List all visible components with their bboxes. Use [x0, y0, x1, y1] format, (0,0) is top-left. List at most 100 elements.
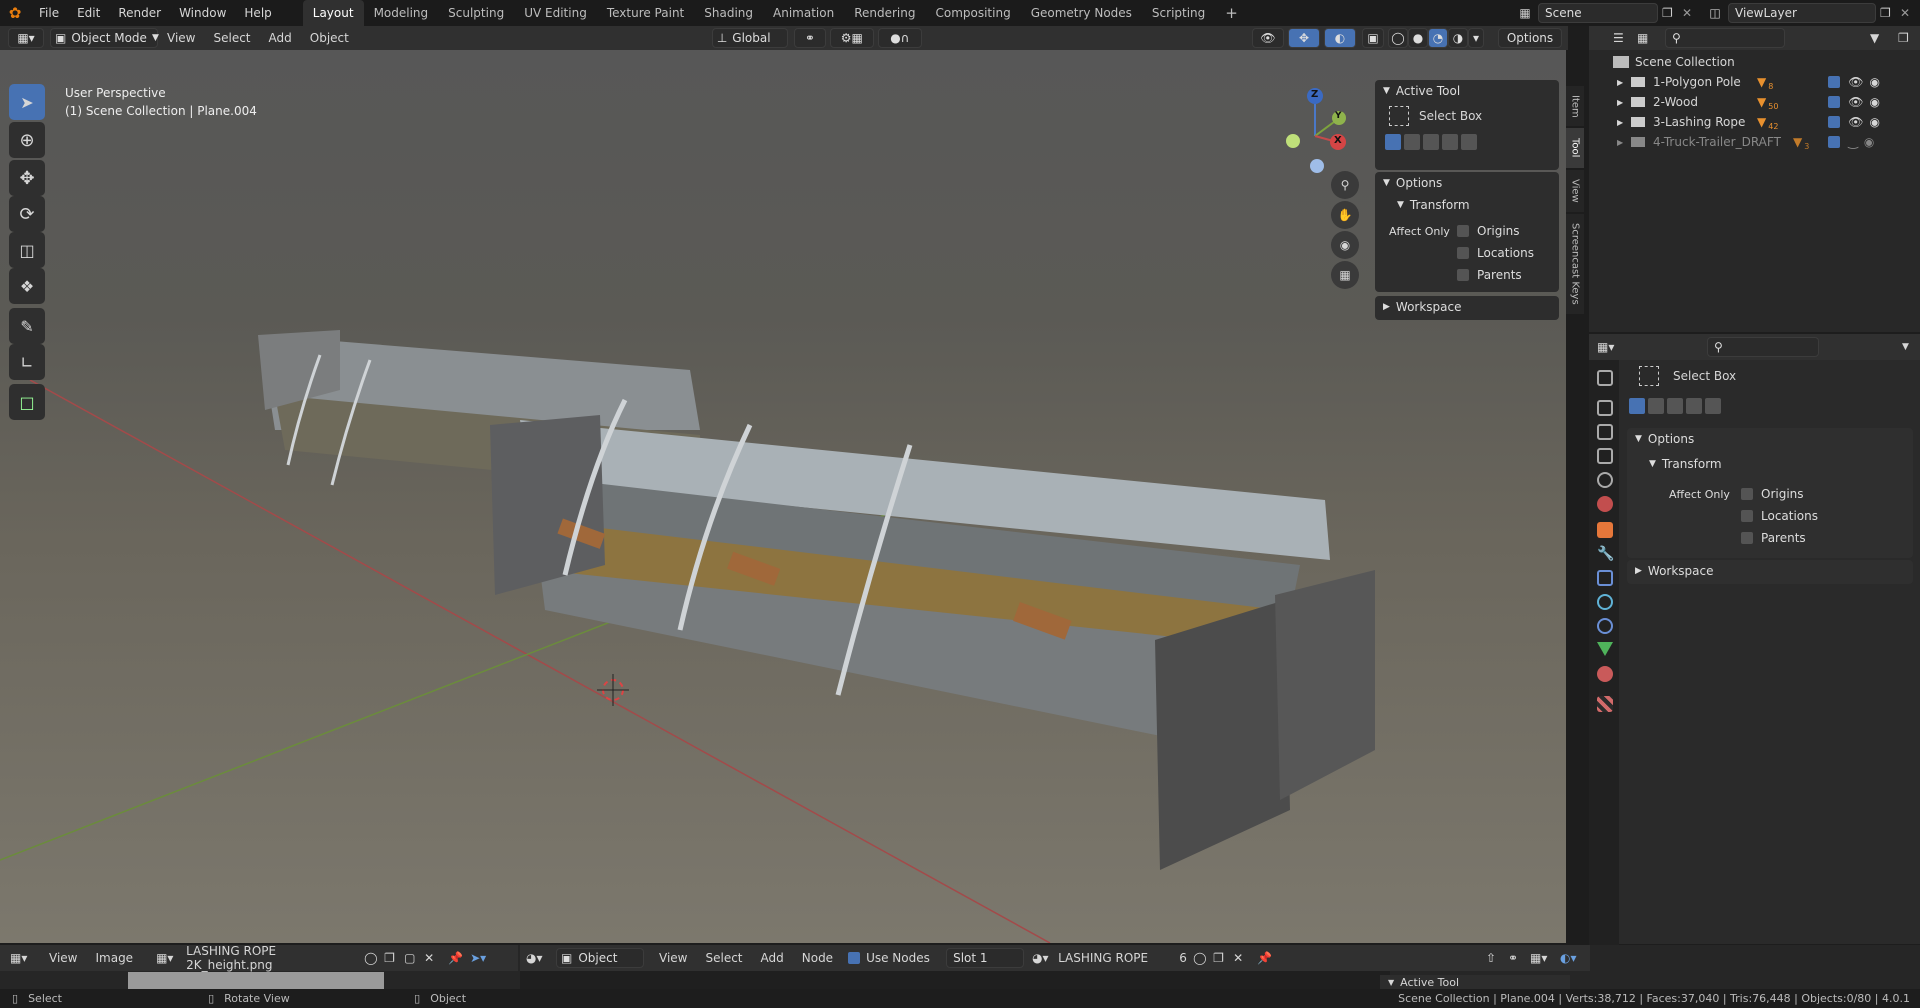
tab-texture-paint[interactable]: Texture Paint [597, 0, 694, 26]
fake-user-icon[interactable]: ◯ [1193, 951, 1213, 965]
menu-help[interactable]: Help [235, 0, 280, 26]
gizmo-toggle-button[interactable]: ✥ [1288, 28, 1320, 48]
tab-compositing[interactable]: Compositing [925, 0, 1020, 26]
chevron-down-icon[interactable]: ▼ [1902, 342, 1920, 352]
tab-animation[interactable]: Animation [763, 0, 844, 26]
camera-icon[interactable]: ◉ [1869, 75, 1879, 89]
mode-selector[interactable]: ▣ Object Mode ▼ [50, 28, 159, 48]
data-tab-icon[interactable] [1597, 642, 1613, 656]
image-editor-type-icon[interactable]: ▦▾ [10, 951, 40, 965]
npanel-tab-tool[interactable]: Tool [1566, 128, 1584, 168]
tab-uv-editing[interactable]: UV Editing [514, 0, 597, 26]
shading-material-button[interactable]: ◔ [1428, 28, 1448, 48]
tool-rotate[interactable]: ⟳ [9, 196, 45, 232]
tab-sculpting[interactable]: Sculpting [438, 0, 514, 26]
viewport-menu-select[interactable]: Select [204, 25, 259, 51]
duplicate-image-icon[interactable]: ❐ [384, 951, 404, 965]
output-tab-icon[interactable] [1597, 424, 1613, 440]
material-name-field[interactable]: LASHING ROPE [1058, 951, 1173, 965]
tool-scale[interactable]: ◫ [9, 232, 45, 268]
shading-rendered-button[interactable]: ◑ [1448, 28, 1468, 48]
material-tab-icon[interactable] [1597, 666, 1613, 682]
display-mode-icon[interactable]: ▦ [1637, 31, 1665, 45]
properties-options-title[interactable]: Options [1648, 432, 1694, 446]
chevron-right-icon[interactable]: ▶ [1617, 118, 1631, 127]
npanel-tab-item[interactable]: Item [1566, 86, 1584, 126]
node-canvas[interactable] [520, 971, 1390, 989]
tool-measure[interactable]: ∟ [9, 344, 45, 380]
overlay-icon[interactable]: ◐▾ [1560, 951, 1590, 965]
node-menu-node[interactable]: Node [793, 945, 842, 971]
outliner-editor-icon[interactable]: ☰ [1613, 31, 1637, 45]
node-menu-add[interactable]: Add [752, 945, 793, 971]
tool-cursor[interactable]: ⊕ [9, 122, 45, 158]
tab-geometry-nodes[interactable]: Geometry Nodes [1021, 0, 1142, 26]
outliner-row[interactable]: ▶ 3-Lashing Rope ▼ 42 👁 ◉ [1589, 112, 1920, 132]
select-new-icon[interactable] [1385, 134, 1401, 150]
camera-view-button[interactable]: ◉ [1331, 231, 1359, 259]
object-tab-icon[interactable] [1597, 522, 1613, 538]
properties-origins-checkbox[interactable] [1741, 488, 1753, 500]
viewport-menu-view[interactable]: View [158, 25, 204, 51]
options-button[interactable]: Options [1498, 28, 1562, 48]
tool-select-box[interactable]: ➤ [9, 84, 45, 120]
tab-modeling[interactable]: Modeling [364, 0, 439, 26]
menu-window[interactable]: Window [170, 0, 235, 26]
tab-rendering[interactable]: Rendering [844, 0, 925, 26]
material-browse-icon[interactable]: ◕▾ [1032, 951, 1058, 965]
3d-viewport[interactable]: User Perspective (1) Scene Collection | … [0, 50, 1566, 943]
orientation-selector[interactable]: ⊥ Global [711, 28, 788, 48]
tool-add-cube[interactable]: □ [9, 384, 45, 420]
add-workspace-button[interactable]: + [1215, 0, 1248, 26]
select-subtract-icon[interactable] [1667, 398, 1683, 414]
image-name-field[interactable]: LASHING ROPE 2K_height.png [186, 944, 364, 972]
viewlayer-selector[interactable]: ViewLayer [1728, 3, 1876, 23]
shading-wireframe-button[interactable]: ◯ [1388, 28, 1408, 48]
shader-type-selector[interactable]: ▣ Object [556, 948, 644, 968]
open-image-icon[interactable]: ▢ [404, 951, 424, 965]
use-nodes-checkbox[interactable] [848, 952, 861, 964]
viewport-menu-add[interactable]: Add [260, 25, 301, 51]
image-menu-view[interactable]: View [40, 945, 86, 971]
properties-search-input[interactable]: ⚲ [1707, 337, 1819, 357]
node-menu-view[interactable]: View [650, 945, 696, 971]
blender-logo-icon[interactable]: ✿ [0, 4, 30, 22]
chevron-down-icon[interactable]: ▼ [1383, 178, 1390, 188]
select-extend-icon[interactable] [1404, 134, 1420, 150]
scene-tab-icon[interactable] [1597, 472, 1613, 488]
chevron-down-icon[interactable]: ▼ [1383, 86, 1390, 96]
pan-button[interactable]: ✋ [1331, 201, 1359, 229]
transform-title[interactable]: Transform [1410, 198, 1470, 212]
tool-transform[interactable]: ❖ [9, 268, 45, 304]
editor-type-button[interactable]: ▦▾ [8, 28, 44, 48]
visibility-button[interactable]: 👁 [1252, 28, 1284, 48]
world-tab-icon[interactable] [1597, 496, 1613, 512]
properties-transform-title[interactable]: Transform [1662, 457, 1722, 471]
shading-options-button[interactable]: ▾ [1468, 28, 1484, 48]
image-menu-image[interactable]: Image [86, 945, 142, 971]
exclude-checkbox[interactable] [1828, 116, 1841, 128]
tab-shading[interactable]: Shading [694, 0, 763, 26]
workspace-panel[interactable]: ▶ Workspace [1375, 296, 1559, 320]
chevron-down-icon[interactable]: ▼ [1635, 434, 1642, 444]
parent-node-icon[interactable]: ⇧ [1486, 951, 1508, 965]
options-title[interactable]: Options [1396, 176, 1442, 190]
npanel-tab-screencast-keys[interactable]: Screencast Keys [1566, 214, 1584, 314]
viewport-menu-object[interactable]: Object [301, 25, 358, 51]
menu-render[interactable]: Render [109, 0, 170, 26]
chevron-right-icon[interactable]: ▶ [1617, 138, 1631, 147]
modifier-tab-icon[interactable]: 🔧 [1597, 546, 1614, 562]
outliner-row[interactable]: ▶ 4-Truck-Trailer_DRAFT ▼ 3 ‿ ◉ [1589, 132, 1920, 152]
camera-icon[interactable]: ◉ [1869, 115, 1879, 129]
image-browse-icon[interactable]: ▦▾ [156, 951, 186, 965]
texture-tab-icon[interactable] [1597, 696, 1613, 712]
tab-scripting[interactable]: Scripting [1142, 0, 1215, 26]
outliner-scene-collection[interactable]: Scene Collection [1589, 52, 1920, 72]
parents-checkbox[interactable] [1457, 269, 1469, 281]
origins-checkbox[interactable] [1457, 225, 1469, 237]
camera-icon[interactable]: ◉ [1864, 135, 1874, 149]
menu-file[interactable]: File [30, 0, 68, 26]
unlink-image-icon[interactable]: ✕ [424, 951, 448, 965]
new-viewlayer-icon[interactable]: ❐ [1880, 6, 1900, 20]
eye-closed-icon[interactable]: ‿ [1848, 135, 1858, 149]
